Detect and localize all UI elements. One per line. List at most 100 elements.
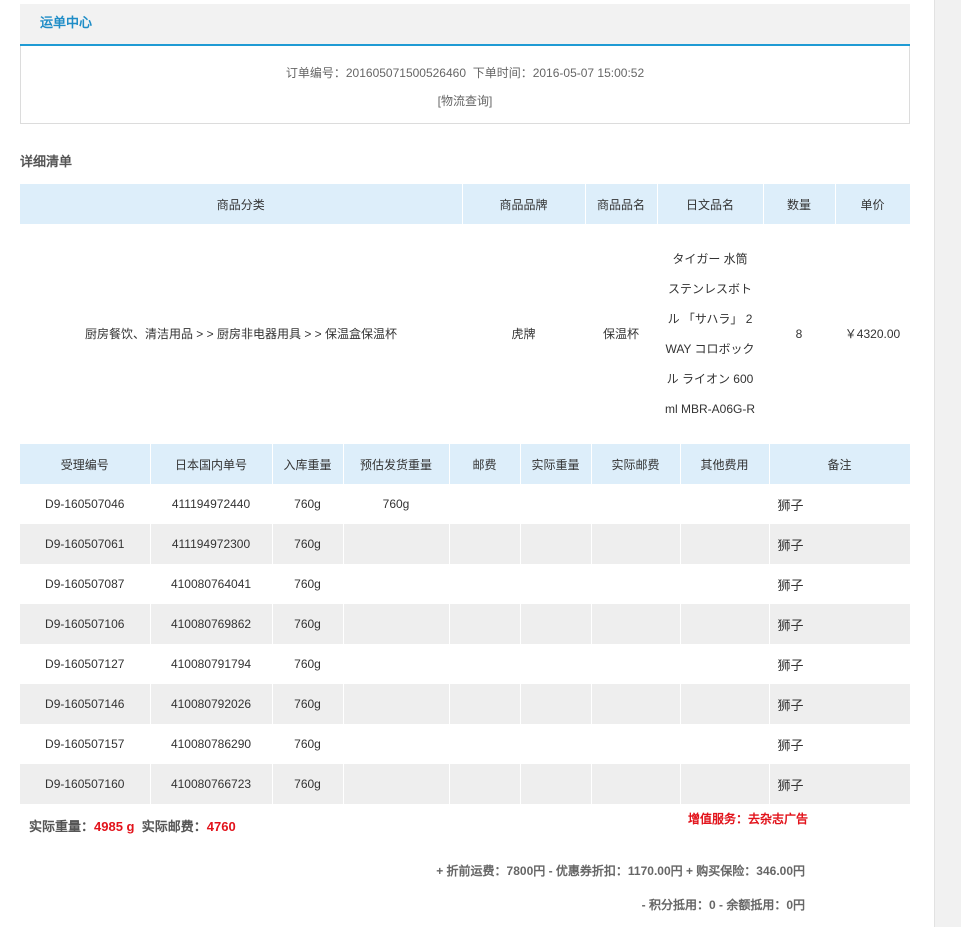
goods-jp-name: タイガー 水筒 ステンレスボトル 「サハラ」 2WAY コロボックル ライオン … bbox=[665, 252, 756, 416]
cell-actual-weight bbox=[520, 684, 592, 724]
cell-postage bbox=[449, 484, 521, 524]
cell-note: 狮子 bbox=[769, 564, 911, 604]
cell-actual-postage bbox=[591, 724, 681, 764]
order-time-label: 下单时间： bbox=[472, 66, 533, 80]
col-header-in-weight: 入库重量 bbox=[272, 444, 344, 484]
cell-actual-weight bbox=[520, 724, 592, 764]
value-added-service: 增值服务：去杂志广告 bbox=[688, 812, 809, 826]
goods-jp-name-cell: タイガー 水筒 ステンレスボトル 「サハラ」 2WAY コロボックル ライオン … bbox=[657, 224, 763, 444]
col-header-postage: 邮费 bbox=[449, 444, 521, 484]
cell-jp-tracking: 410080766723 bbox=[150, 764, 273, 804]
cell-actual-postage bbox=[591, 484, 681, 524]
cell-actual-postage bbox=[591, 604, 681, 644]
cell-actual-postage bbox=[591, 684, 681, 724]
fee-breakdown-line: + 折前运费：7800円 - 优惠券折扣：1170.00円 + 购买保险：346… bbox=[436, 864, 805, 878]
cell-est-weight bbox=[343, 764, 450, 804]
actual-weight-value: 4985 g bbox=[94, 819, 135, 834]
cell-accept-id: D9-160507061 bbox=[20, 524, 151, 564]
col-header-category: 商品分类 bbox=[20, 184, 463, 224]
goods-qty: 8 bbox=[795, 327, 803, 341]
cell-est-weight bbox=[343, 644, 450, 684]
cell-accept-id: D9-160507127 bbox=[20, 644, 151, 684]
cell-actual-postage bbox=[591, 564, 681, 604]
col-header-actual-weight: 实际重量 bbox=[520, 444, 592, 484]
cell-actual-postage bbox=[591, 764, 681, 804]
col-header-name: 商品品名 bbox=[585, 184, 658, 224]
cell-jp-tracking: 411194972440 bbox=[150, 484, 273, 524]
cell-in-weight: 760g bbox=[272, 764, 344, 804]
cell-other-fees bbox=[680, 644, 770, 684]
cell-postage bbox=[449, 604, 521, 644]
order-time: 2016-05-07 15:00:52 bbox=[532, 66, 645, 80]
cell-est-weight: 760g bbox=[343, 484, 450, 524]
cell-est-weight bbox=[343, 564, 450, 604]
col-header-actual-postage: 实际邮费 bbox=[591, 444, 681, 484]
cell-other-fees bbox=[680, 684, 770, 724]
goods-brand: 虎牌 bbox=[511, 327, 536, 341]
package-row: D9-160507160 410080766723 760g 狮子 bbox=[20, 764, 911, 804]
col-header-accept-id: 受理编号 bbox=[20, 444, 151, 484]
actual-postage-label: 实际邮费： bbox=[141, 819, 207, 834]
cell-actual-weight bbox=[520, 604, 592, 644]
cell-other-fees bbox=[680, 524, 770, 564]
col-header-jp-name: 日文品名 bbox=[657, 184, 764, 224]
cell-postage bbox=[449, 764, 521, 804]
order-info-line: 订单编号：201605071500526460 下单时间：2016-05-07 … bbox=[21, 64, 909, 81]
col-header-brand: 商品品牌 bbox=[462, 184, 586, 224]
cell-jp-tracking: 411194972300 bbox=[150, 524, 273, 564]
cell-note: 狮子 bbox=[769, 764, 911, 804]
cell-jp-tracking: 410080764041 bbox=[150, 564, 273, 604]
cell-accept-id: D9-160507106 bbox=[20, 604, 151, 644]
cell-note: 狮子 bbox=[769, 724, 911, 764]
goods-table-header: 商品分类 商品品牌 商品品名 日文品名 数量 单价 bbox=[20, 184, 911, 224]
cell-postage bbox=[449, 564, 521, 604]
cell-actual-weight bbox=[520, 764, 592, 804]
logistics-query-link[interactable]: [物流查询] bbox=[438, 94, 493, 108]
page-title: 运单中心 bbox=[40, 15, 93, 30]
order-number: 201605071500526460 bbox=[345, 66, 467, 80]
shipping-summary: 实际重量：4985 g 实际邮费：4760 bbox=[29, 816, 236, 835]
cell-postage bbox=[449, 724, 521, 764]
cell-accept-id: D9-160507146 bbox=[20, 684, 151, 724]
cell-postage bbox=[449, 684, 521, 724]
package-row: D9-160507106 410080769862 760g 狮子 bbox=[20, 604, 911, 644]
cell-in-weight: 760g bbox=[272, 644, 344, 684]
cell-accept-id: D9-160507046 bbox=[20, 484, 151, 524]
goods-name: 保温杯 bbox=[602, 327, 639, 341]
cell-in-weight: 760g bbox=[272, 524, 344, 564]
cell-jp-tracking: 410080786290 bbox=[150, 724, 273, 764]
package-row: D9-160507146 410080792026 760g 狮子 bbox=[20, 684, 911, 724]
cell-in-weight: 760g bbox=[272, 564, 344, 604]
package-row: D9-160507157 410080786290 760g 狮子 bbox=[20, 724, 911, 764]
deduction-line: - 积分抵用：0 - 余额抵用：0円 bbox=[641, 898, 805, 912]
col-header-note: 备注 bbox=[769, 444, 911, 484]
col-header-qty: 数量 bbox=[763, 184, 836, 224]
cell-jp-tracking: 410080792026 bbox=[150, 684, 273, 724]
cell-other-fees bbox=[680, 484, 770, 524]
col-header-est-weight: 预估发货重量 bbox=[343, 444, 450, 484]
col-header-other-fees: 其他费用 bbox=[680, 444, 770, 484]
cell-accept-id: D9-160507157 bbox=[20, 724, 151, 764]
goods-category: 厨房餐饮、清洁用品 > > 厨房非电器用具 > > 保温盒保温杯 bbox=[84, 327, 398, 341]
cell-jp-tracking: 410080769862 bbox=[150, 604, 273, 644]
cell-note: 狮子 bbox=[769, 684, 911, 724]
cell-note: 狮子 bbox=[769, 524, 911, 564]
waybill-center-header: 运单中心 bbox=[20, 4, 910, 46]
goods-row: 厨房餐饮、清洁用品 > > 厨房非电器用具 > > 保温盒保温杯 虎牌 保温杯 … bbox=[20, 224, 910, 444]
cell-note: 狮子 bbox=[769, 644, 911, 684]
cell-postage bbox=[449, 644, 521, 684]
goods-table: 商品分类 商品品牌 商品品名 日文品名 数量 单价 厨房餐饮、清洁用品 > > … bbox=[20, 184, 911, 444]
cell-other-fees bbox=[680, 724, 770, 764]
col-header-jp-tracking: 日本国内单号 bbox=[150, 444, 273, 484]
cell-in-weight: 760g bbox=[272, 684, 344, 724]
cell-est-weight bbox=[343, 524, 450, 564]
col-header-price: 单价 bbox=[835, 184, 911, 224]
cell-actual-weight bbox=[520, 524, 592, 564]
cell-postage bbox=[449, 524, 521, 564]
order-number-label: 订单编号： bbox=[285, 66, 346, 80]
cell-accept-id: D9-160507087 bbox=[20, 564, 151, 604]
order-info-box: 订单编号：201605071500526460 下单时间：2016-05-07 … bbox=[20, 46, 910, 124]
vertical-scrollbar[interactable] bbox=[934, 0, 961, 927]
cell-est-weight bbox=[343, 604, 450, 644]
cell-actual-postage bbox=[591, 524, 681, 564]
